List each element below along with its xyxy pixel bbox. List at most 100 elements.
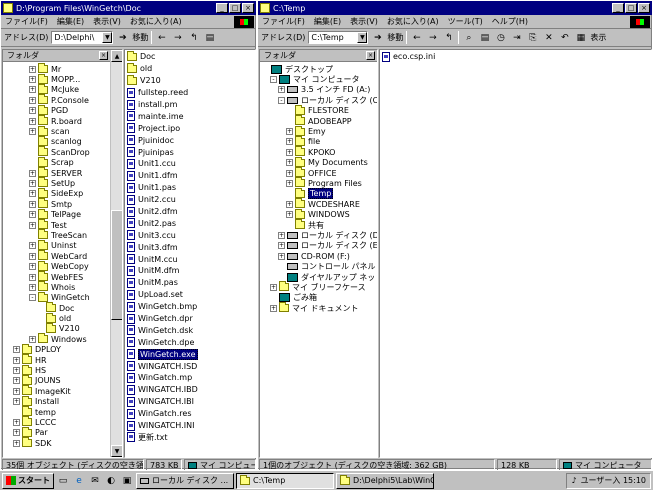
list-item[interactable]: Pjuinipas — [127, 146, 255, 158]
tree-item[interactable]: + SideExp — [5, 187, 110, 199]
copy-to-icon[interactable]: ⎘ — [526, 31, 539, 44]
expand-icon[interactable]: + — [270, 304, 277, 312]
tree-item[interactable]: FLESTORE — [262, 104, 377, 116]
collapse-icon[interactable]: - — [278, 96, 285, 104]
tree-item[interactable]: + PGD — [5, 104, 110, 116]
address-combo[interactable]: C:\Temp ▼ — [308, 31, 369, 44]
go-label[interactable]: 移動 — [387, 32, 403, 43]
list-item[interactable]: Unit2.pas — [127, 217, 255, 229]
menu-help[interactable]: ヘルプ(H) — [492, 16, 528, 27]
tree-item[interactable]: + My Documents — [262, 156, 377, 168]
list-item[interactable]: UnitM.pas — [127, 277, 255, 289]
left-title-bar[interactable]: D:\Program Files\WinGetch\Doc _ □ × — [1, 1, 256, 15]
list-item[interactable]: Unit3.dfm — [127, 241, 255, 253]
list-item[interactable]: WINGATCH.ISD — [127, 360, 255, 372]
tree-item[interactable]: TreeScan — [5, 229, 110, 240]
chevron-down-icon[interactable]: ▼ — [102, 32, 113, 43]
expand-icon[interactable]: + — [29, 65, 36, 73]
address-combo[interactable]: D:\Delphi\ ▼ — [51, 31, 114, 44]
expand-icon[interactable]: + — [286, 169, 293, 177]
delete-icon[interactable]: ✕ — [542, 31, 555, 44]
expand-icon[interactable]: + — [29, 200, 36, 208]
tree-item[interactable]: + MOPP... — [5, 73, 110, 84]
expand-icon[interactable]: + — [29, 76, 36, 84]
list-item[interactable]: WINGATCH.IBD — [127, 384, 255, 396]
list-item[interactable]: WinGatch.mp — [127, 372, 255, 384]
list-item[interactable]: Unit1.ccu — [127, 158, 255, 170]
close-button[interactable]: × — [242, 3, 254, 13]
forward-icon[interactable]: → — [171, 31, 184, 44]
go-label[interactable]: 移動 — [132, 32, 148, 43]
right-title-bar[interactable]: C:\Temp _ □ × — [258, 1, 652, 15]
expand-icon[interactable]: + — [29, 242, 36, 250]
tree-item[interactable]: - WinGetch — [5, 291, 110, 303]
go-arrow-icon[interactable]: ➔ — [116, 31, 129, 44]
expand-icon[interactable]: + — [13, 387, 20, 395]
back-icon[interactable]: ← — [155, 31, 168, 44]
tree-item[interactable]: + WebFES — [5, 271, 110, 282]
list-item[interactable]: UnitM.ccu — [127, 253, 255, 265]
menu-view[interactable]: 表示(V) — [350, 16, 378, 27]
tree-item[interactable]: ADOBEAPP — [262, 115, 377, 126]
menu-file[interactable]: ファイル(F) — [262, 16, 305, 27]
expand-icon[interactable]: + — [29, 263, 36, 271]
list-item[interactable]: Unit2.dfm — [127, 206, 255, 218]
expand-icon[interactable]: + — [278, 231, 285, 239]
search-icon[interactable]: ⌕ — [462, 31, 475, 44]
tree-item[interactable]: + OFFICE — [262, 167, 377, 178]
tree-item[interactable]: + LCCC — [5, 416, 110, 427]
task-button-local-disk[interactable]: ローカル ディスク ... — [136, 472, 234, 489]
list-item[interactable]: WinGetch.dpr — [127, 313, 255, 325]
views-label[interactable]: 表示 — [590, 32, 606, 43]
list-item[interactable]: UnitM.dfm — [127, 265, 255, 277]
tree-item[interactable]: temp — [5, 406, 110, 417]
tree-item[interactable]: + file — [262, 135, 377, 147]
folders-icon[interactable]: ▤ — [478, 31, 491, 44]
expand-icon[interactable]: + — [13, 418, 20, 426]
scroll-up-icon[interactable]: ▲ — [111, 50, 122, 62]
tree-item[interactable]: + ImageKit — [5, 385, 110, 396]
minimize-button[interactable]: _ — [216, 3, 228, 13]
tree-item[interactable]: +3.5 インチ FD (A:) — [262, 85, 377, 95]
internet-explorer-icon[interactable]: e — [72, 474, 86, 488]
history-icon[interactable]: ◷ — [494, 31, 507, 44]
quicklaunch-icon[interactable]: ▣ — [120, 474, 134, 488]
menu-favorites[interactable]: お気に入り(A) — [130, 16, 182, 27]
collapse-icon[interactable]: - — [29, 294, 36, 302]
list-item[interactable]: Project.ipo — [127, 122, 255, 134]
menu-view[interactable]: 表示(V) — [93, 16, 121, 27]
expand-icon[interactable]: + — [13, 356, 20, 364]
tree-item[interactable]: + ローカル ディスク (E:) — [262, 241, 377, 251]
tree-item[interactable]: - ローカル ディスク (C:) — [262, 95, 377, 105]
tree-item[interactable]: + KPOKO — [262, 146, 377, 157]
tree-item[interactable]: + SetUp — [5, 177, 110, 188]
tree-item[interactable]: + ローカル ディスク (D:) — [262, 230, 377, 240]
expand-icon[interactable]: + — [29, 273, 36, 281]
channels-icon[interactable]: ◐ — [104, 474, 118, 488]
expand-icon[interactable]: + — [29, 107, 36, 115]
tree-item[interactable]: コントロール パネル — [262, 261, 377, 271]
menu-edit[interactable]: 編集(E) — [57, 16, 84, 27]
expand-icon[interactable]: + — [29, 190, 36, 198]
tree-item[interactable]: + Install — [5, 395, 110, 407]
views-icon[interactable]: ▦ — [574, 31, 587, 44]
close-icon[interactable]: × — [366, 51, 375, 60]
expand-icon[interactable]: + — [286, 211, 293, 219]
list-item[interactable]: mainte.ime — [127, 110, 255, 122]
list-item[interactable]: fullstep.reed — [127, 87, 255, 99]
expand-icon[interactable]: + — [29, 128, 36, 136]
close-button[interactable]: × — [638, 3, 650, 13]
list-item[interactable]: Unit3.ccu — [127, 229, 255, 241]
tree-item[interactable]: + DPLOY — [5, 343, 110, 355]
tree-item[interactable]: + SERVER — [5, 167, 110, 178]
expand-icon[interactable]: + — [29, 283, 36, 291]
tree-item[interactable]: + Test — [5, 219, 110, 230]
menu-favorites[interactable]: お気に入り(A) — [387, 16, 439, 27]
up-folder-icon[interactable]: ↰ — [442, 31, 455, 44]
expand-icon[interactable]: + — [29, 221, 36, 229]
forward-icon[interactable]: → — [426, 31, 439, 44]
tree-item[interactable]: + McJuke — [5, 83, 110, 95]
list-item[interactable]: old — [127, 62, 255, 75]
expand-icon[interactable]: + — [286, 148, 293, 156]
menu-file[interactable]: ファイル(F) — [5, 16, 48, 27]
